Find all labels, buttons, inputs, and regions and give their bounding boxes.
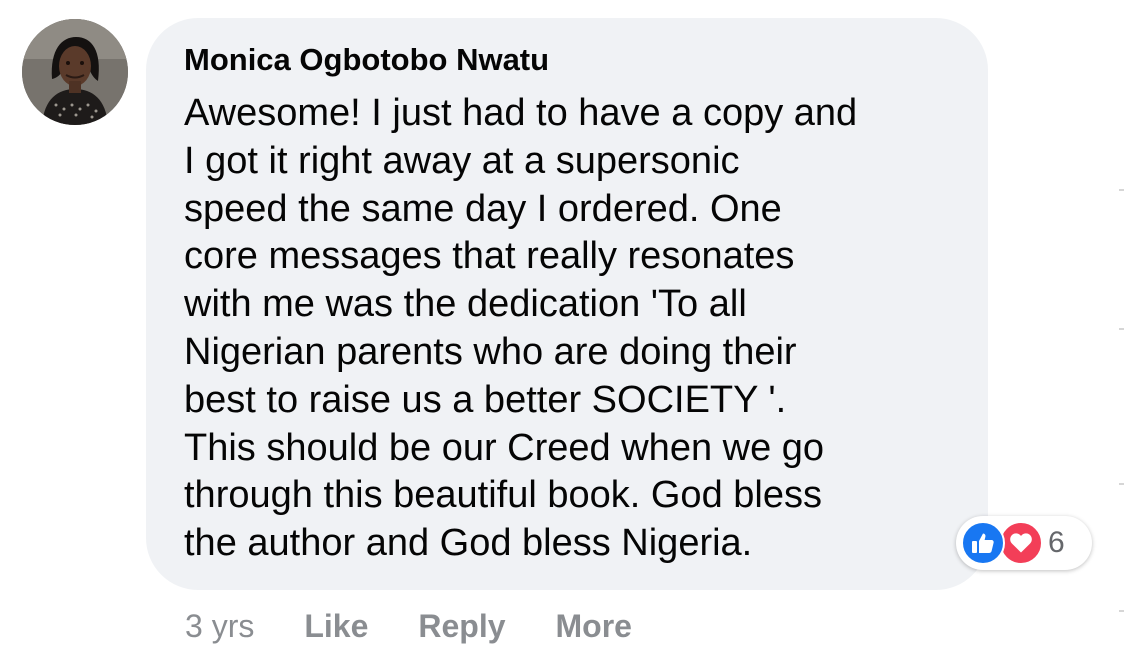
like-button[interactable]: Like [304,608,368,645]
comment-author[interactable]: Monica Ogbotobo Nwatu [184,40,952,80]
love-icon [999,521,1043,565]
comment-actions: 3 yrs Like Reply More [185,604,632,648]
scroll-marker [1119,328,1124,330]
scroll-marker [1119,189,1124,191]
profile-photo [22,19,128,125]
more-button[interactable]: More [556,608,632,645]
like-icon [961,521,1005,565]
comment-timestamp[interactable]: 3 yrs [185,608,254,645]
reaction-count: 6 [1048,526,1065,559]
scroll-marker [1119,483,1124,485]
avatar[interactable] [22,19,128,125]
comment-bubble: Monica Ogbotobo Nwatu Awesome! I just ha… [146,18,988,590]
reactions-summary[interactable]: 6 [956,516,1092,570]
reply-button[interactable]: Reply [418,608,505,645]
scroll-marker [1119,610,1124,612]
comment-text: Awesome! I just had to have a copy and I… [184,92,858,565]
